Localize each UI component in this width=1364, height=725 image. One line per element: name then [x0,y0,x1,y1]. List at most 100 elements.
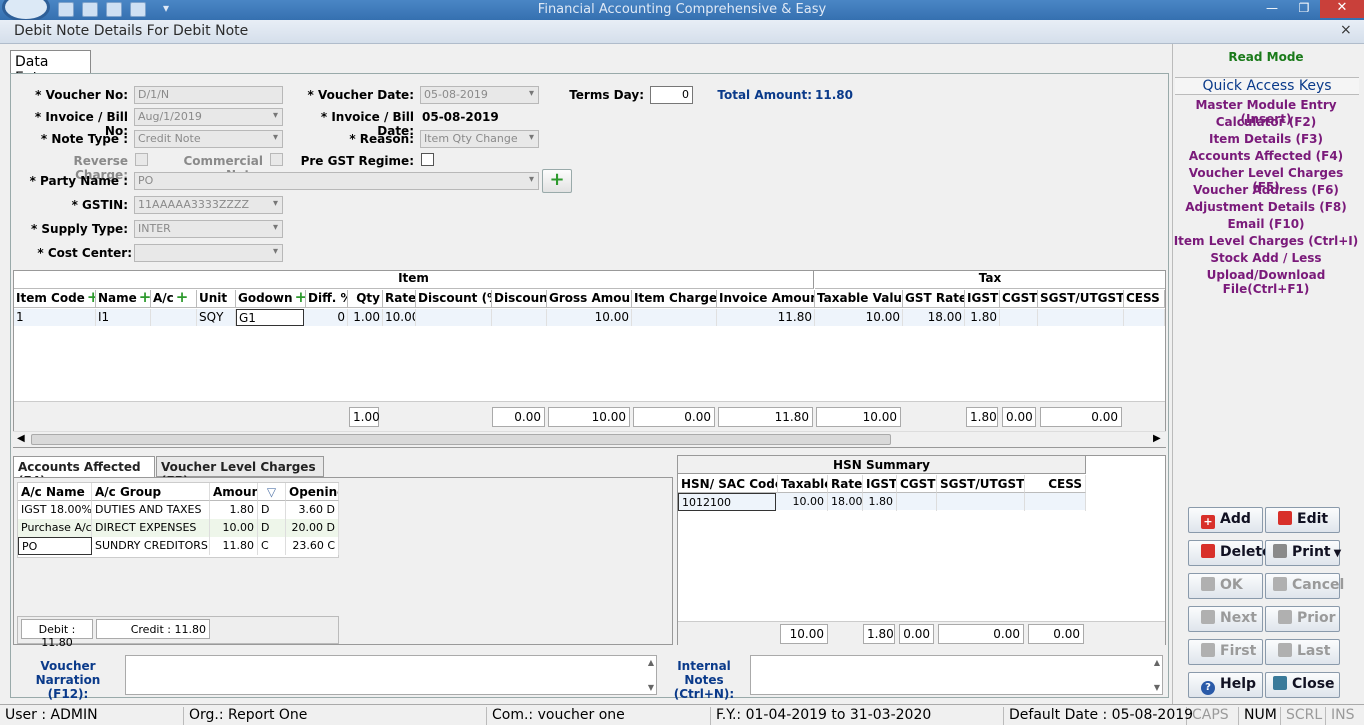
col-cgst[interactable]: CGST [1000,290,1038,308]
acc-row-2-opening[interactable]: 20.00 D [286,519,339,537]
qa-master-module[interactable]: Master Module Entry (Insert) [1173,98,1359,126]
window-close-icon[interactable]: × [1340,22,1352,38]
calendar-icon[interactable] [130,2,146,17]
filter-icon[interactable]: ▽ [258,483,286,501]
add-button[interactable]: + Add [1188,507,1263,533]
hsn-col-rate[interactable]: Rate [828,475,863,493]
add-party-button[interactable]: + [542,169,572,193]
ok-button[interactable]: OK [1188,573,1263,599]
col-unit[interactable]: Unit [197,290,236,308]
party-name-select[interactable]: PO [134,172,539,190]
cell-sgst[interactable] [1038,309,1124,326]
acc-row-3-opening[interactable]: 23.60 C [286,537,339,555]
reverse-charge-checkbox[interactable] [135,153,148,166]
next-button[interactable]: Next [1188,606,1263,632]
cell-discount[interactable] [492,309,547,326]
cost-center-select[interactable] [134,244,283,262]
scroll-down-icon[interactable]: ▼ [648,683,654,692]
col-ac-group[interactable]: A/c Group [92,483,210,501]
cell-gross-amount[interactable]: 10.00 [547,309,632,326]
item-grid-hscroll[interactable]: ◀ ▶ [13,431,1166,447]
cell-diff[interactable]: 0 [306,309,348,326]
prior-button[interactable]: Prior [1265,606,1340,632]
qa-voucher-address[interactable]: Voucher Address (F6) [1173,183,1359,200]
cell-item-code[interactable]: 1 [14,309,96,326]
col-ac[interactable]: A/c + [151,290,197,308]
hsn-col-cess[interactable]: CESS [1025,475,1086,493]
cell-gst-rate[interactable]: 18.00 [903,309,965,326]
cell-cess[interactable] [1124,309,1165,326]
book-icon[interactable] [106,2,122,17]
cell-item-charges[interactable] [632,309,717,326]
qa-email[interactable]: Email (F10) [1173,217,1359,234]
qa-stock-add-less[interactable]: Stock Add / Less [1173,251,1359,268]
hsn-col-sgst[interactable]: SGST/UTGST [937,475,1025,493]
hsn-rate-cell[interactable]: 18.00 [828,493,863,511]
delete-button[interactable]: Delete [1188,540,1272,566]
cell-rate[interactable]: 10.00 [383,309,416,326]
col-igst[interactable]: IGST [965,290,1000,308]
col-discount[interactable]: Discount [492,290,547,308]
cell-unit[interactable]: SQY [197,309,236,326]
chevron-down-icon[interactable]: ▼ [1334,548,1342,559]
cart-icon[interactable] [82,2,98,17]
col-item-code[interactable]: Item Code+ [14,290,96,308]
col-taxable-value[interactable]: Taxable Value [815,290,903,308]
qa-calculator[interactable]: Calculator (F2) [1173,115,1359,132]
reason-select[interactable]: Item Qty Change [420,130,539,148]
col-item-charges[interactable]: Item Charges [632,290,717,308]
scroll-left-icon[interactable]: ◀ [17,433,25,444]
hsn-code-cell[interactable]: 1012100 [678,493,776,511]
col-opening[interactable]: Opening [286,483,339,501]
cancel-button[interactable]: Cancel [1265,573,1344,599]
scroll-up-icon[interactable]: ▲ [1154,658,1160,667]
col-name[interactable]: Name + [96,290,151,308]
hsn-col-cgst[interactable]: CGST [897,475,937,493]
qa-accounts-affected[interactable]: Accounts Affected (F4) [1173,149,1359,166]
pre-gst-checkbox[interactable] [421,153,434,166]
internal-notes-input[interactable]: ▲ ▼ [750,655,1163,695]
restore-icon[interactable]: ❐ [1294,1,1314,17]
qa-item-details[interactable]: Item Details (F3) [1173,132,1359,149]
col-diff[interactable]: Diff. % [306,290,348,308]
cell-invoice-amount[interactable]: 11.80 [717,309,815,326]
scroll-up-icon[interactable]: ▲ [648,658,654,667]
acc-row-1-name[interactable]: IGST 18.00% [18,501,92,519]
col-godown[interactable]: Godown + [236,290,306,308]
voucher-date-field[interactable]: 05-08-2019 [420,86,539,104]
qa-item-level-charges[interactable]: Item Level Charges (Ctrl+I) [1173,234,1359,251]
col-sgst[interactable]: SGST/UTGST [1038,290,1124,308]
hsn-cess-cell[interactable] [1025,493,1086,511]
col-amount[interactable]: Amount [210,483,258,501]
col-rate[interactable]: Rate [383,290,416,308]
acc-row-1-group[interactable]: DUTIES AND TAXES [92,501,210,519]
tab-voucher-level-charges[interactable]: Voucher Level Charges (F5) [156,456,324,488]
gstin-select[interactable]: 11AAAAA3333ZZZZ [134,196,283,214]
cell-igst[interactable]: 1.80 [965,309,1000,326]
hsn-col-taxable[interactable]: Taxable [778,475,828,493]
hsn-col-igst[interactable]: IGST [863,475,897,493]
acc-row-3-name[interactable]: PO [18,537,92,555]
acc-row-1-opening[interactable]: 3.60 D [286,501,339,519]
minimize-icon[interactable]: — [1262,1,1282,17]
acc-row-3-dc[interactable]: C [258,537,286,555]
new-icon[interactable] [58,2,74,17]
acc-row-2-group[interactable]: DIRECT EXPENSES [92,519,210,537]
qa-adjustment-details[interactable]: Adjustment Details (F8) [1173,200,1359,217]
cell-godown[interactable]: G1 [236,309,304,326]
invoice-no-field[interactable]: Aug/1/2019 [134,108,283,126]
acc-row-2-dc[interactable]: D [258,519,286,537]
col-ac-name[interactable]: A/c Name [18,483,92,501]
print-button[interactable]: Print ▼ [1265,540,1342,566]
acc-row-2-name[interactable]: Purchase A/c [18,519,92,537]
col-cess[interactable]: CESS [1124,290,1165,308]
close-button[interactable]: Close [1265,672,1340,698]
voucher-narration-input[interactable]: ▲ ▼ [125,655,657,695]
qa-voucher-level-charges[interactable]: Voucher Level Charges (F5) [1173,166,1359,194]
col-discount-pct[interactable]: Discount (%) [416,290,492,308]
terms-day-input[interactable]: 0 [650,86,693,104]
cell-ac[interactable] [151,309,197,326]
qa-upload-download[interactable]: Upload/Download File(Ctrl+F1) [1173,268,1359,296]
edit-button[interactable]: Edit [1265,507,1340,533]
cell-taxable-value[interactable]: 10.00 [815,309,903,326]
